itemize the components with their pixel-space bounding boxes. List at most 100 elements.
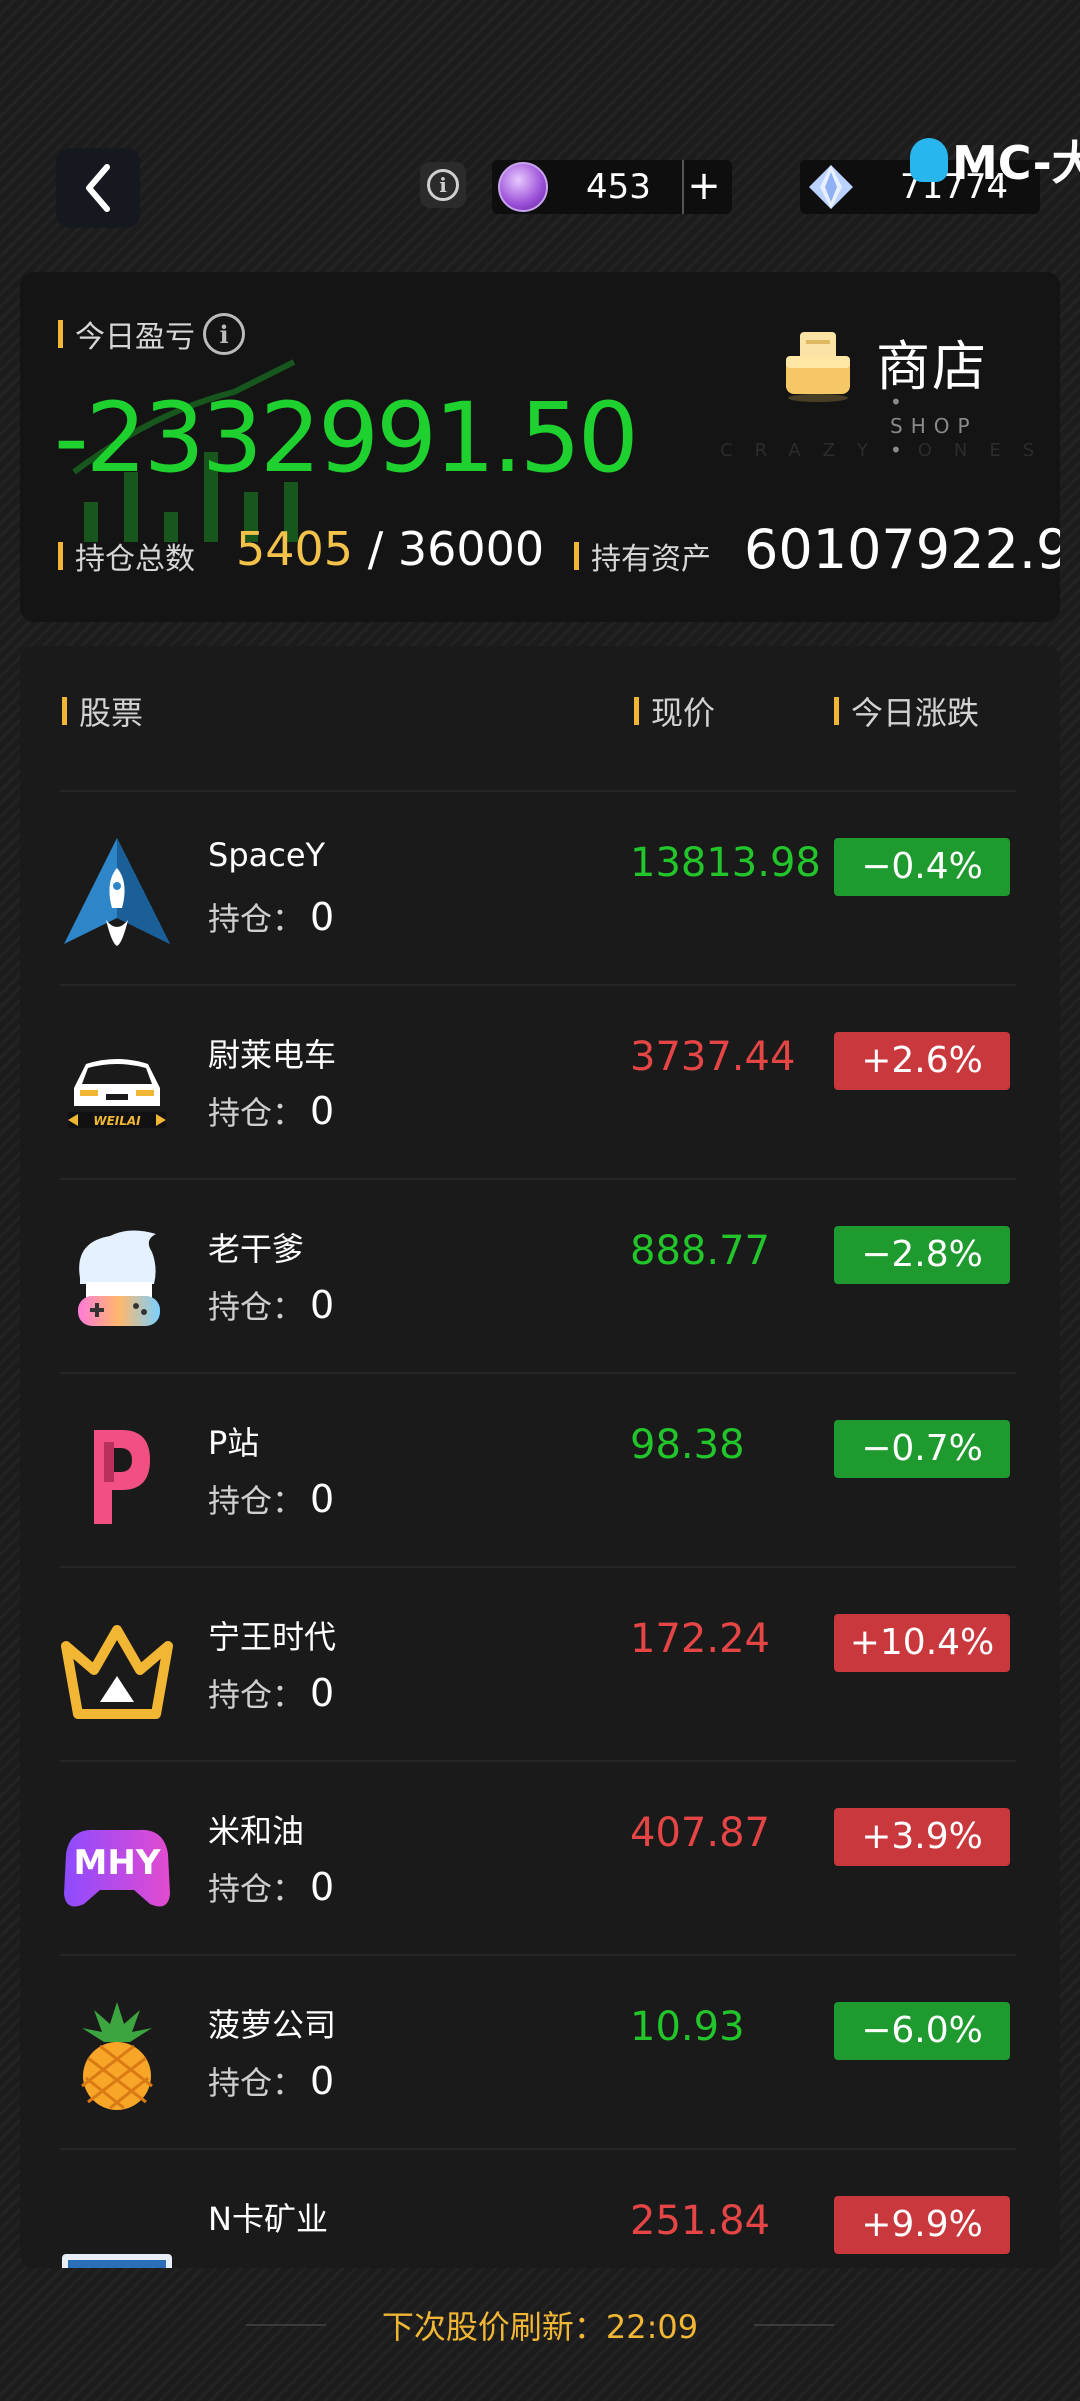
stock-row[interactable]: 老干爹 持仓： 0 888.77 −2.8%	[20, 1182, 1060, 1376]
holding-label: 持仓：	[208, 2064, 305, 2102]
holding-info: 持仓： 0	[208, 2058, 334, 2104]
penguin-icon	[910, 138, 948, 182]
pineapple-logo-icon	[81, 2002, 153, 2110]
current-price: 172.24	[630, 1616, 770, 1662]
stock-row[interactable]: MHY 米和油 持仓： 0 407.87 +3.9%	[20, 1764, 1060, 1958]
shop-subtitle: • SHOP •	[890, 390, 978, 462]
holding-count: 0	[310, 2059, 335, 2103]
back-button[interactable]	[56, 148, 140, 228]
stock-row[interactable]: SpaceY 持仓： 0 13813.98 −0.4%	[20, 794, 1060, 988]
label-bar	[634, 697, 639, 725]
assets-label-text: 持有资产	[591, 542, 711, 577]
change-badge: +10.4%	[834, 1614, 1010, 1672]
label-bar	[834, 697, 839, 725]
p-letter-logo-icon	[94, 1430, 150, 1524]
current-price: 98.38	[630, 1422, 745, 1468]
label-bar	[62, 697, 67, 725]
info-button[interactable]: i	[420, 162, 466, 208]
holding-info: 持仓： 0	[208, 894, 334, 940]
crown-logo-icon	[61, 1625, 173, 1719]
today-pl-label: 今日盈亏 i	[58, 312, 245, 356]
divider	[60, 790, 1016, 792]
divider	[60, 1760, 1016, 1762]
change-badge: +3.9%	[834, 1808, 1010, 1866]
stock-name: SpaceY	[208, 836, 326, 874]
brand-text: MC-大	[952, 136, 1080, 190]
change-badge: +2.6%	[834, 1032, 1010, 1090]
current-price: 13813.98	[630, 840, 821, 886]
divider	[245, 2324, 326, 2326]
stock-name: N卡矿业	[208, 2200, 328, 2238]
stock-row[interactable]: 宁王时代 持仓： 0 172.24 +10.4%	[20, 1570, 1060, 1764]
col-header-price: 现价	[634, 688, 715, 734]
stock-name: 尉莱电车	[208, 1036, 337, 1074]
divider	[60, 1566, 1016, 1568]
change-badge: −6.0%	[834, 2002, 1010, 2060]
car-logo-icon: WEILAI	[68, 1059, 166, 1128]
shop-button[interactable]: 商店 • SHOP •	[760, 316, 1010, 462]
holding-label: 持仓：	[208, 1482, 305, 1520]
col-header-change-text: 今日涨跌	[851, 694, 980, 732]
purple-gem-icon	[498, 162, 548, 212]
divider	[60, 1178, 1016, 1180]
current-price: 251.84	[630, 2198, 770, 2244]
shop-basket-icon	[786, 332, 850, 402]
info-icon: i	[427, 169, 459, 201]
change-badge: −0.7%	[834, 1420, 1010, 1478]
gamer-logo-icon	[78, 1230, 160, 1326]
holding-label: 持仓：	[208, 1676, 305, 1714]
today-pl-label-text: 今日盈亏	[75, 320, 195, 355]
gamepad-logo-icon: MHY	[64, 1829, 170, 1907]
current-price: 3737.44	[630, 1034, 796, 1080]
mhy-logo-text: MHY	[74, 1843, 161, 1883]
holding-count: 0	[310, 1283, 335, 1327]
purple-gem-count: 453	[586, 167, 651, 207]
add-gem-button[interactable]: +	[682, 160, 724, 214]
current-price: 407.87	[630, 1810, 770, 1856]
assets-value: 60107922.94	[744, 518, 1060, 581]
stock-name: 米和油	[208, 1812, 305, 1850]
change-badge: +9.9%	[834, 2196, 1010, 2254]
holding-count: 0	[310, 1865, 335, 1909]
holding-info: 持仓： 0	[208, 1864, 334, 1910]
rocket-logo-icon	[64, 838, 170, 946]
holding-count: 0	[310, 1671, 335, 1715]
stock-row[interactable]: WEILAI 尉莱电车 持仓： 0 3737.44 +2.6%	[20, 988, 1060, 1182]
col-header-stock: 股票	[62, 688, 143, 734]
col-header-stock-text: 股票	[79, 694, 144, 732]
holdings-value: 5405 / 36000	[236, 522, 544, 576]
holding-info: 持仓： 0	[208, 1476, 334, 1522]
holding-count: 0	[310, 895, 335, 939]
summary-panel: 今日盈亏 i -2332991.50 持仓总数 5405 / 36000 持有资…	[20, 272, 1060, 622]
stock-row[interactable]: N卡矿业 251.84 +9.9%	[20, 2152, 1060, 2268]
stock-name: 菠萝公司	[208, 2006, 337, 2044]
col-header-change: 今日涨跌	[834, 688, 979, 734]
label-bar	[58, 320, 63, 348]
divider	[60, 984, 1016, 986]
label-bar	[574, 542, 579, 570]
car-logo-text: WEILAI	[93, 1114, 141, 1128]
holding-count: 0	[310, 1477, 335, 1521]
change-badge: −0.4%	[834, 838, 1010, 896]
holding-count: 0	[310, 1089, 335, 1133]
current-price: 888.77	[630, 1228, 770, 1274]
stock-name: 宁王时代	[208, 1618, 337, 1656]
holdings-label: 持仓总数	[58, 534, 195, 578]
holdings-max: 36000	[397, 522, 545, 576]
refresh-countdown: 下次股价刷新：22:09	[381, 2308, 699, 2346]
assets-label: 持有资产	[574, 534, 711, 578]
stock-row[interactable]: P站 持仓： 0 98.38 −0.7%	[20, 1376, 1060, 1570]
info-icon[interactable]: i	[203, 313, 245, 355]
holding-info: 持仓： 0	[208, 1282, 334, 1328]
stock-list-panel: 股票 现价 今日涨跌 SpaceY 持仓： 0 13813.98 −0.4% W…	[20, 646, 1060, 2268]
chevron-left-icon	[86, 164, 110, 212]
refresh-footer: 下次股价刷新：22:09	[0, 2290, 1080, 2360]
holding-info: 持仓： 0	[208, 1088, 334, 1134]
today-pl-value: -2332991.50	[54, 382, 639, 494]
holdings-separator: /	[353, 522, 398, 576]
stock-name: 老干爹	[208, 1230, 305, 1268]
current-price: 10.93	[630, 2004, 745, 2050]
holding-label: 持仓：	[208, 1094, 305, 1132]
stock-row[interactable]: 菠萝公司 持仓： 0 10.93 −6.0%	[20, 1958, 1060, 2152]
holding-label: 持仓：	[208, 900, 305, 938]
